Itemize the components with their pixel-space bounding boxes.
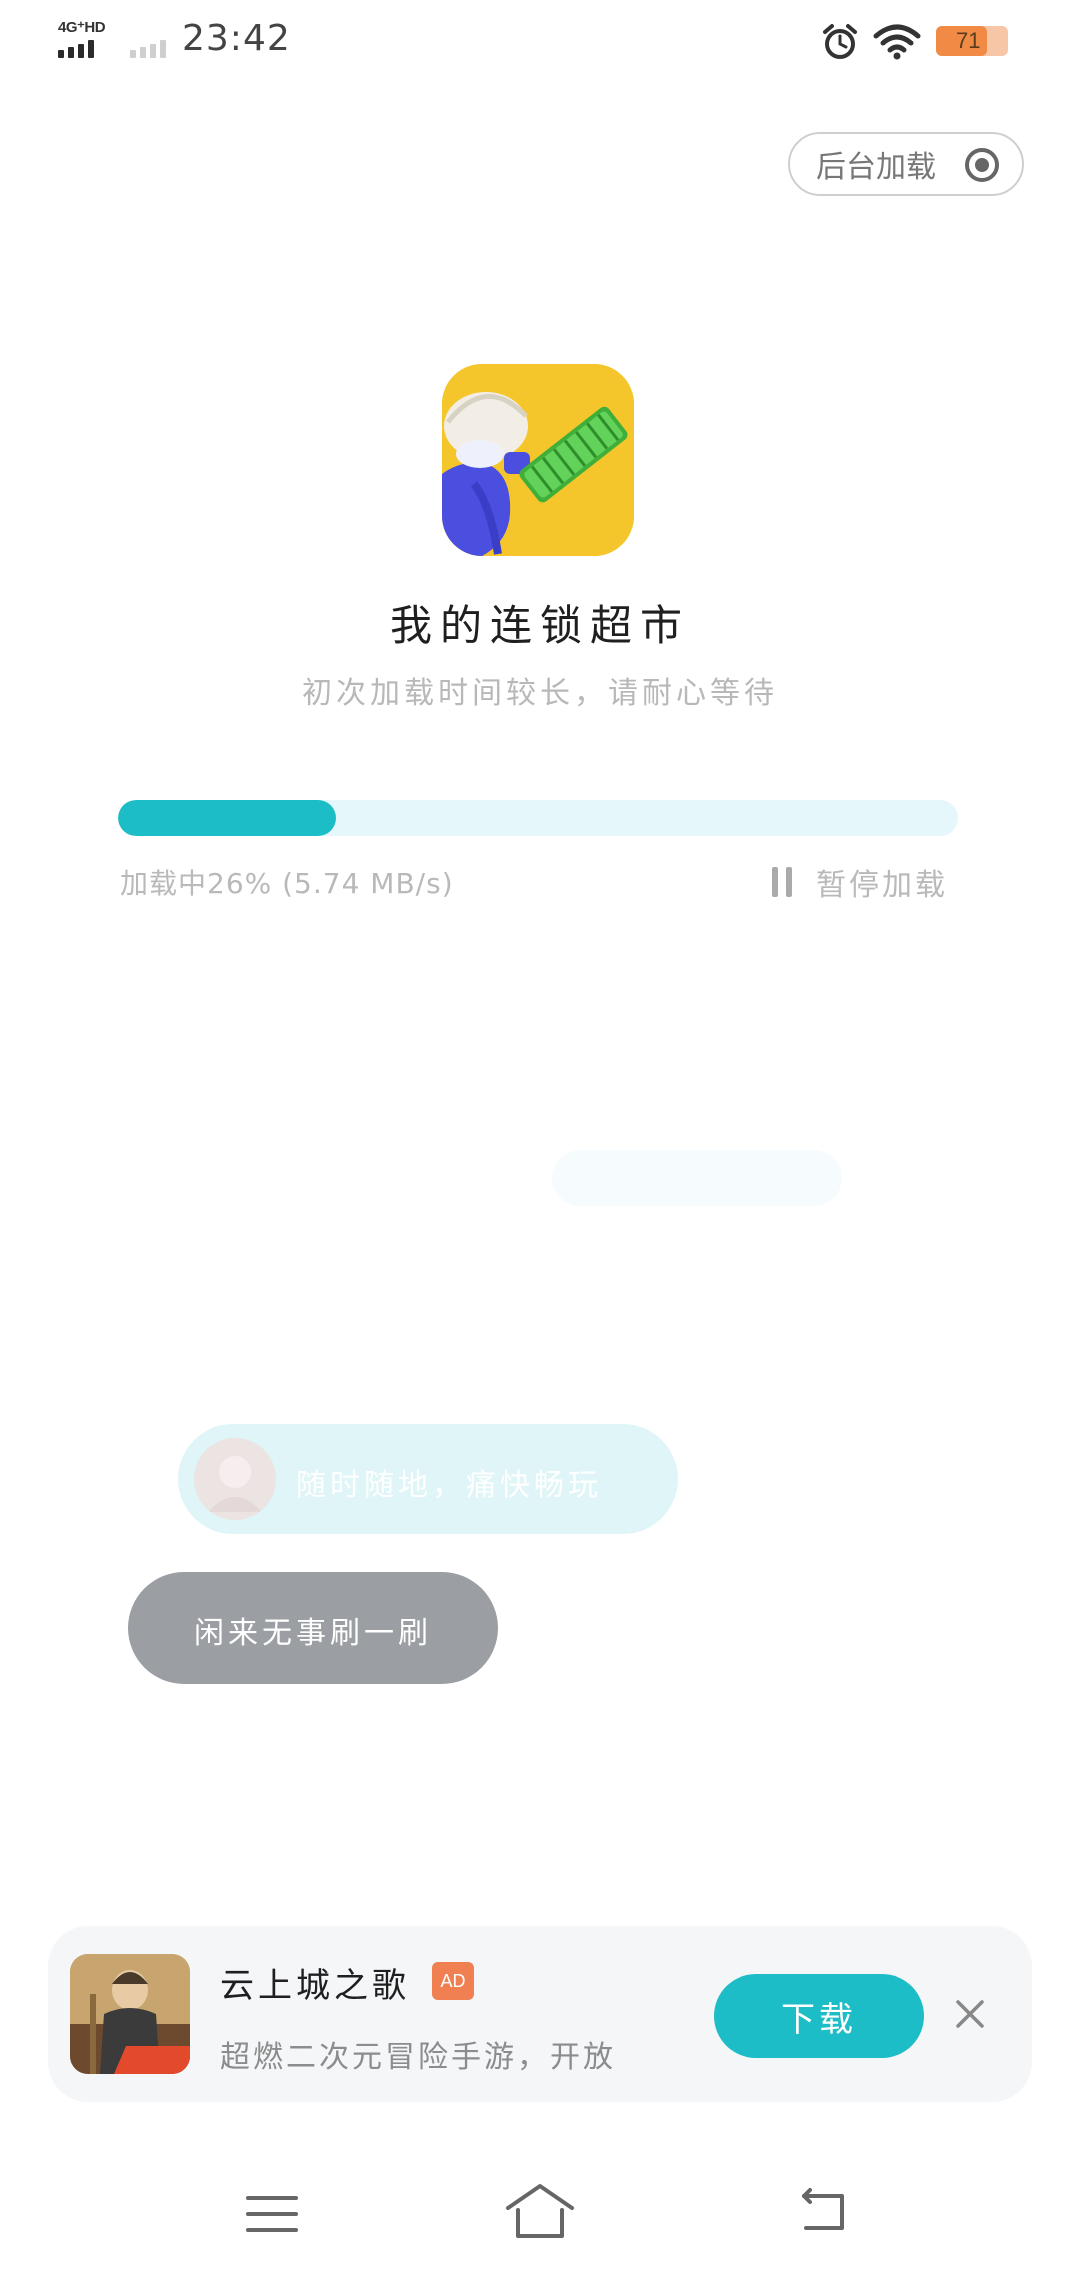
pause-loading-button[interactable]: 暂停加载 (772, 862, 948, 903)
ad-badge: AD (432, 1962, 474, 2000)
close-icon[interactable] (952, 1996, 988, 2032)
pause-icon (772, 867, 794, 897)
fading-bubble (552, 1150, 842, 1206)
back-icon[interactable] (794, 2186, 850, 2236)
ad-game-illustration (70, 1954, 190, 2074)
signal-bars-primary (58, 40, 94, 58)
background-load-button[interactable]: 后台加载 (788, 132, 1024, 196)
status-bar: 4G⁺HD 23:42 71 (0, 0, 1080, 80)
app-icon (442, 364, 634, 556)
bubble-avatar (194, 1438, 276, 1520)
app-icon-illustration (442, 364, 634, 556)
ad-title: 云上城之歌 (220, 1966, 410, 2006)
signal-bars-secondary (130, 40, 166, 58)
pause-loading-label: 暂停加载 (816, 868, 948, 903)
ad-game-icon (70, 1954, 190, 2074)
menu-icon[interactable] (244, 2190, 300, 2238)
network-indicator: 4G⁺HD (58, 18, 166, 62)
progress-fill (118, 800, 337, 836)
progress-status-text: 加载中26% (5.74 MB/s) (120, 867, 454, 900)
ad-card[interactable]: 云上城之歌 AD 超燃二次元冒险手游，开放 下载 (48, 1926, 1032, 2102)
app-subtitle: 初次加载时间较长，请耐心等待 (302, 676, 778, 711)
home-icon[interactable] (504, 2180, 576, 2242)
wifi-icon (873, 24, 921, 60)
floating-bubble-secondary: 闲来无事刷一刷 (128, 1572, 498, 1684)
alarm-icon (823, 24, 857, 59)
background-load-label: 后台加载 (816, 150, 936, 185)
system-navigation-bar (0, 2170, 1080, 2280)
battery-level: 71 (956, 28, 981, 53)
bubble-primary-text: 随时随地，痛快畅玩 (296, 1468, 602, 1503)
status-time: 23:42 (182, 18, 291, 59)
battery-icon: 71 (936, 22, 1018, 58)
ad-description: 超燃二次元冒险手游，开放 (220, 2040, 616, 2075)
bubble-avatar-illustration (194, 1438, 276, 1520)
floating-bubble-primary: 随时随地，痛快畅玩 (178, 1424, 678, 1534)
app-title: 我的连锁超市 (389, 601, 690, 650)
download-button[interactable]: 下载 (714, 1974, 924, 2058)
network-label: 4G⁺HD (58, 19, 106, 36)
loading-screen: 4G⁺HD 23:42 71 后台加载 我的连锁超市 初次加载时间较长，请耐心等… (0, 0, 1080, 2280)
progress-track (118, 800, 958, 836)
bubble-secondary-text: 闲来无事刷一刷 (194, 1616, 432, 1651)
target-icon (965, 148, 999, 182)
